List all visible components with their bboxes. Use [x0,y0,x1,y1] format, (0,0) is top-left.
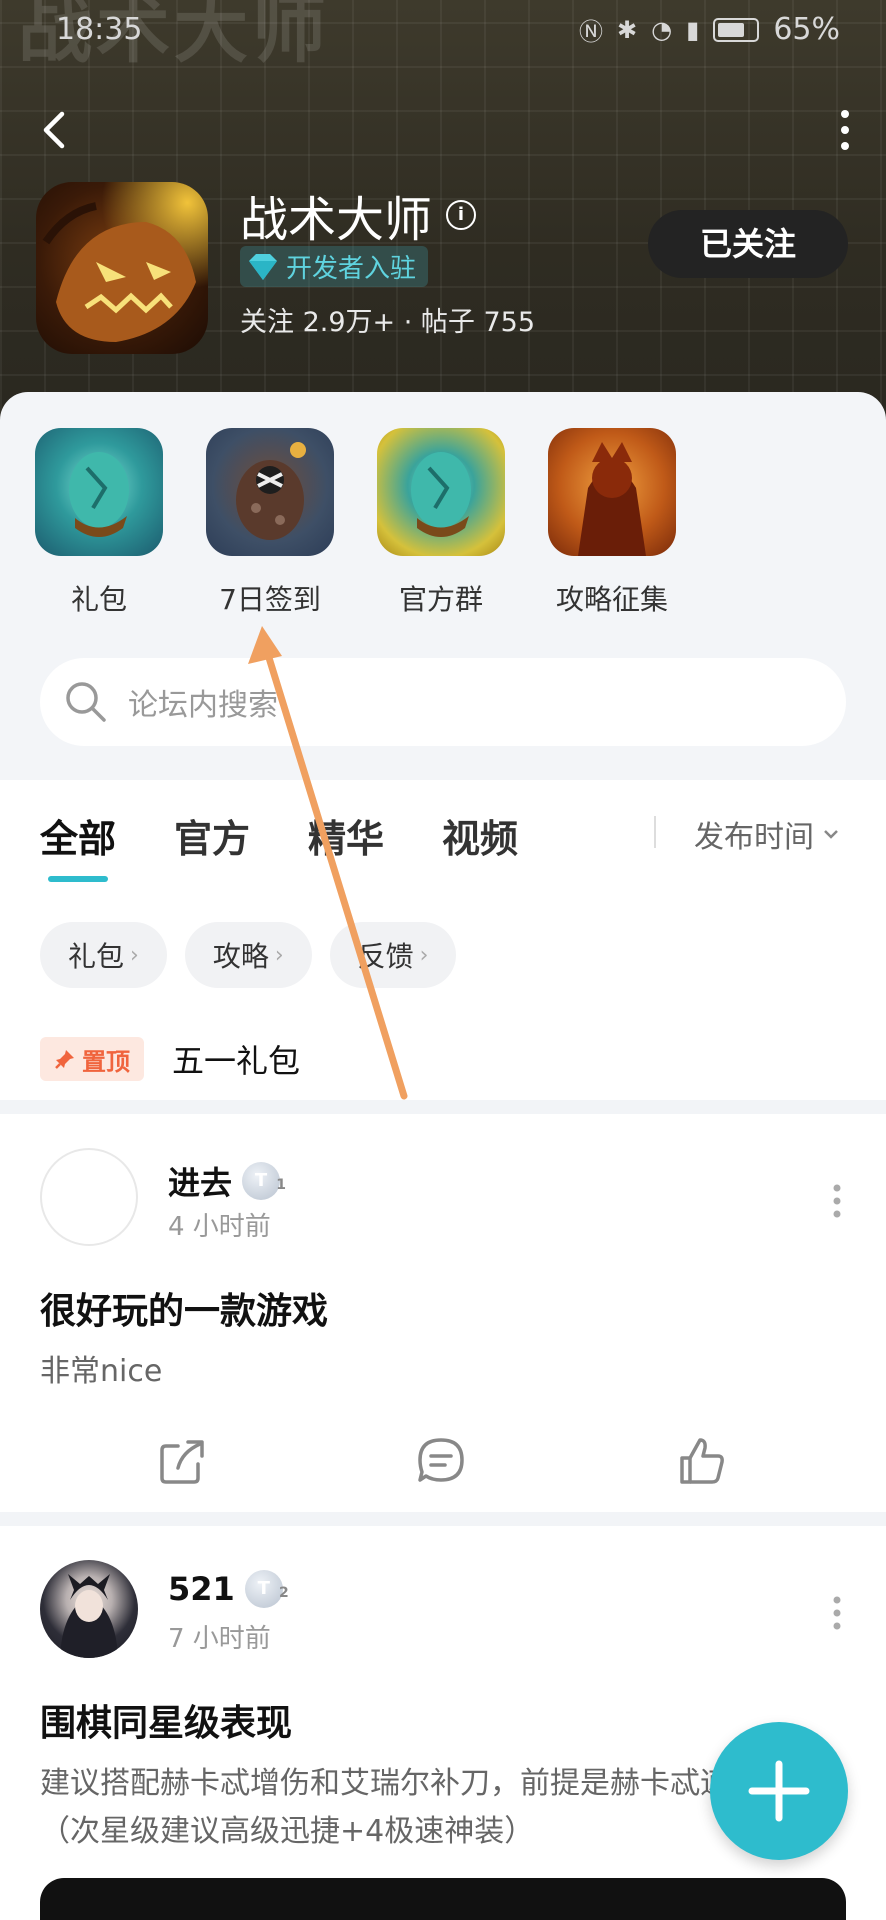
chevron-right-icon: › [274,942,284,968]
quick-action-label: 7日签到 [219,583,321,616]
active-tab-indicator [48,876,108,882]
quick-action-label: 礼包 [70,583,127,616]
sort-dropdown[interactable]: 发布时间 [694,812,840,856]
tab-official[interactable]: 官方 [174,808,250,863]
bluetooth-icon: ✱ [617,15,638,44]
pinned-title: 五一礼包 [172,1042,301,1080]
battery-icon [713,17,760,42]
forum-title: 战术大师 [240,192,433,248]
post-more-icon[interactable] [832,1184,842,1218]
avatar[interactable] [40,1148,138,1246]
level-number: 1 [276,1177,287,1193]
chip-label: 攻略 [212,940,269,973]
pinned-badge-label: 置顶 [82,1047,130,1076]
post-author[interactable]: 进去 T1 [168,1158,286,1204]
post-time: 4 小时前 [168,1212,271,1242]
share-icon[interactable] [156,1434,210,1488]
tab-featured[interactable]: 精华 [308,808,384,863]
post-author[interactable]: 521 T2 [168,1570,289,1608]
status-time: 18:35 [56,12,143,47]
chip-guide[interactable]: 攻略 › [184,922,312,988]
post-actions [0,1420,886,1500]
quick-action-checkin[interactable]: 7日签到 [195,428,345,618]
post-title: 很好玩的一款游戏 [40,1291,329,1332]
post-title: 围棋同星级表现 [40,1703,293,1744]
anime-avatar-icon [60,1574,118,1658]
quick-action-official-group[interactable]: 官方群 [366,428,516,618]
quick-action-gift[interactable]: 礼包 [24,428,174,618]
level-letter: T [254,1170,268,1191]
quick-action-label: 官方群 [398,583,483,616]
post-more-icon[interactable] [832,1596,842,1630]
nfc-icon: Ⓝ [579,18,604,46]
level-badge-icon: T1 [242,1162,286,1200]
chevron-right-icon: › [419,942,429,968]
game-icon [36,182,208,354]
sort-divider [654,816,656,848]
category-chips: 礼包 › 攻略 › 反馈 › [40,922,457,988]
chevron-down-icon [824,830,838,839]
tab-bar: 全部 官方 精华 视频 [40,808,518,863]
title-row: 战术大师 i [240,180,477,250]
search-placeholder: 论坛内搜索 [128,688,278,723]
battery-percent: 65% [773,12,840,47]
more-options-icon[interactable] [834,108,856,152]
post-image-preview[interactable] [40,1878,846,1920]
chevron-right-icon: › [130,942,139,968]
quick-panel: 礼包 7日签到 官方群 攻略征集 论坛内搜索 [0,392,886,780]
wifi-icon: ◔ [651,15,673,44]
checkin-egg-icon [206,428,334,556]
chip-gift[interactable]: 礼包 › [40,922,167,988]
level-number: 2 [279,1585,289,1601]
chip-label: 礼包 [68,940,125,973]
quick-action-label: 攻略征集 [555,583,668,616]
post-body: 非常nice [40,1354,163,1389]
forum-filters: 全部 官方 精华 视频 发布时间 礼包 › 攻略 › 反馈 › 置顶 五一礼包 [0,780,886,1100]
level-letter: T [257,1578,270,1599]
author-name: 进去 [168,1164,233,1202]
tab-all[interactable]: 全部 [40,808,116,863]
comment-icon[interactable] [414,1434,468,1488]
forum-stats: 关注 2.9万+ · 帖子 755 [240,307,536,338]
status-bar: 18:35 Ⓝ ✱ ◔ ▮ 65% [0,12,886,52]
info-icon[interactable]: i [446,200,477,230]
post-card[interactable]: 进去 T1 4 小时前 很好玩的一款游戏 非常nice [0,1114,886,1512]
signal-icon: ▮ [686,15,700,44]
chip-feedback[interactable]: 反馈 › [329,922,457,988]
forum-header: 战术大师 18:35 Ⓝ ✱ ◔ ▮ 65% 战术大师 i 开发者入驻 关注 2… [0,0,886,420]
post-time: 7 小时前 [168,1624,271,1654]
avatar[interactable] [40,1560,138,1658]
diamond-icon [249,253,277,280]
back-arrow-icon[interactable] [38,108,70,152]
new-post-button[interactable] [710,1722,848,1860]
plus-icon [748,1760,810,1822]
pinned-post[interactable]: 置顶 五一礼包 [40,1036,300,1082]
status-right: Ⓝ ✱ ◔ ▮ 65% [579,12,840,47]
like-icon[interactable] [674,1434,728,1488]
pinned-badge: 置顶 [40,1037,144,1081]
search-icon [66,682,106,722]
developer-badge[interactable]: 开发者入驻 [240,246,429,287]
gift-egg-icon [35,428,163,556]
tab-video[interactable]: 视频 [442,808,518,863]
dragon-face-icon [42,202,196,342]
sort-label: 发布时间 [694,820,814,855]
follow-button[interactable]: 已关注 [648,210,848,278]
pin-icon [55,1050,74,1069]
guide-character-icon [548,428,676,556]
author-name: 521 [168,1570,235,1608]
quick-action-guide-contest[interactable]: 攻略征集 [537,428,687,618]
group-egg-icon [377,428,505,556]
chip-label: 反馈 [357,940,414,973]
developer-badge-label: 开发者入驻 [286,254,417,284]
search-bar[interactable]: 论坛内搜索 [40,658,846,746]
level-badge-icon: T2 [244,1570,289,1608]
